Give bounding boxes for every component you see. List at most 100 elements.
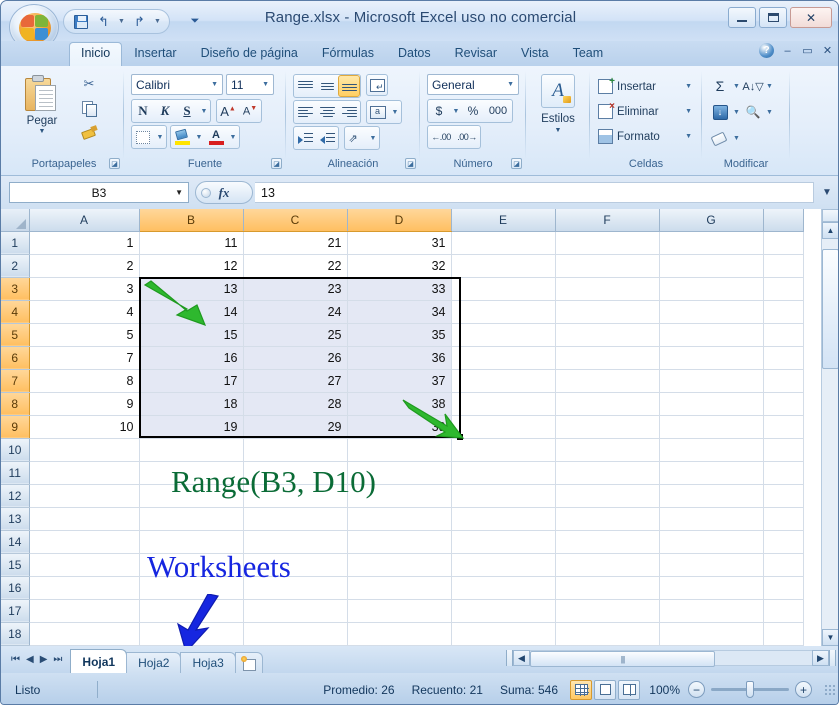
cell-B4[interactable]: 14 [139,300,244,324]
row-header-13[interactable]: 13 [1,507,30,531]
cell-G17[interactable] [659,599,764,623]
cell-E6[interactable] [451,346,556,370]
cell-F8[interactable] [555,392,660,416]
worksheet-grid[interactable]: A B C D E F G 1 1 11 21 31 2 2 12 22 32 3 3 13 23 33 4 4… [1,209,838,646]
cell-B7[interactable]: 17 [139,369,244,393]
cell-H4[interactable] [763,300,804,324]
cell-E10[interactable] [451,438,556,462]
cell-B10[interactable] [139,438,244,462]
decrease-decimal-button[interactable]: .00→ [454,126,480,148]
row-header-14[interactable]: 14 [1,530,30,554]
cell-A16[interactable] [29,576,140,600]
cell-D2[interactable]: 32 [347,254,452,278]
cell-B9[interactable]: 19 [139,415,244,439]
number-dialog-launcher[interactable]: ◪ [511,158,522,169]
cell-G18[interactable] [659,622,764,646]
cell-G15[interactable] [659,553,764,577]
column-header-C[interactable]: C [243,209,348,232]
cell-C18[interactable] [243,622,348,646]
expand-formula-bar-button[interactable]: ▼ [818,187,836,198]
cell-D12[interactable] [347,484,452,508]
cell-G4[interactable] [659,300,764,324]
cell-H12[interactable] [763,484,804,508]
delete-cells-button[interactable]: Eliminar ▼ [595,100,695,123]
cell-F18[interactable] [555,622,660,646]
vertical-scrollbar[interactable]: ▲ ▼ [821,209,838,646]
align-top-button[interactable] [294,75,316,97]
tab-inicio[interactable]: Inicio [69,42,123,66]
cell-C9[interactable]: 29 [243,415,348,439]
currency-dropdown[interactable]: ▼ [450,100,462,122]
cell-A18[interactable] [29,622,140,646]
shrink-font-button[interactable]: A▼ [239,100,261,122]
cell-B1[interactable]: 11 [139,231,244,255]
row-header-7[interactable]: 7 [1,369,30,393]
autosum-button[interactable]: Σ [709,75,731,97]
cell-G9[interactable] [659,415,764,439]
grow-font-button[interactable]: A▲ [217,100,239,122]
cell-G11[interactable] [659,461,764,485]
merge-cells-button[interactable] [367,101,389,123]
cell-F9[interactable] [555,415,660,439]
cell-F1[interactable] [555,231,660,255]
underline-dropdown[interactable]: ▼ [198,100,210,122]
clear-dropdown[interactable]: ▼ [732,135,741,142]
orientation-button[interactable]: ⇗ [345,127,367,149]
cell-B11[interactable] [139,461,244,485]
wrap-text-button[interactable] [366,74,388,96]
cell-D18[interactable] [347,622,452,646]
cell-D14[interactable] [347,530,452,554]
cell-A3[interactable]: 3 [29,277,140,301]
horizontal-scroll-thumb[interactable]: |||| [530,651,715,667]
zoom-slider-thumb[interactable] [746,681,754,698]
cell-B8[interactable]: 18 [139,392,244,416]
insert-cells-button[interactable]: Insertar ▼ [595,75,695,98]
cell-E3[interactable] [451,277,556,301]
prev-sheet-button[interactable]: ◀ [26,654,34,665]
cell-H10[interactable] [763,438,804,462]
fill-color-button[interactable] [171,126,193,148]
fill-button[interactable]: ↓ [709,101,731,123]
merge-dropdown[interactable]: ▼ [389,101,401,123]
cell-B2[interactable]: 12 [139,254,244,278]
page-break-view-button[interactable] [618,679,640,700]
align-middle-button[interactable] [316,75,338,97]
cell-A1[interactable]: 1 [29,231,140,255]
cell-D7[interactable]: 37 [347,369,452,393]
cell-E17[interactable] [451,599,556,623]
cell-C15[interactable] [243,553,348,577]
cell-E14[interactable] [451,530,556,554]
clipboard-dialog-launcher[interactable]: ◪ [109,158,120,169]
cell-E16[interactable] [451,576,556,600]
cell-E4[interactable] [451,300,556,324]
cell-H9[interactable] [763,415,804,439]
cell-A15[interactable] [29,553,140,577]
cell-B18[interactable] [139,622,244,646]
cell-D16[interactable] [347,576,452,600]
cell-F5[interactable] [555,323,660,347]
cell-A6[interactable]: 7 [29,346,140,370]
cell-F2[interactable] [555,254,660,278]
cell-A5[interactable]: 5 [29,323,140,347]
cell-C3[interactable]: 23 [243,277,348,301]
row-header-2[interactable]: 2 [1,254,30,278]
cell-E1[interactable] [451,231,556,255]
cell-A8[interactable]: 9 [29,392,140,416]
row-header-16[interactable]: 16 [1,576,30,600]
fill-color-dropdown[interactable]: ▼ [193,126,205,148]
cell-E5[interactable] [451,323,556,347]
font-dialog-launcher[interactable]: ◪ [271,158,282,169]
cell-C8[interactable]: 28 [243,392,348,416]
cell-H5[interactable] [763,323,804,347]
cell-A14[interactable] [29,530,140,554]
align-right-button[interactable] [338,101,360,123]
percent-button[interactable]: % [462,100,484,122]
cell-G7[interactable] [659,369,764,393]
row-header-9[interactable]: 9 [1,415,30,439]
cell-F4[interactable] [555,300,660,324]
cell-E8[interactable] [451,392,556,416]
cell-D1[interactable]: 31 [347,231,452,255]
cell-H2[interactable] [763,254,804,278]
cell-F14[interactable] [555,530,660,554]
cell-F15[interactable] [555,553,660,577]
